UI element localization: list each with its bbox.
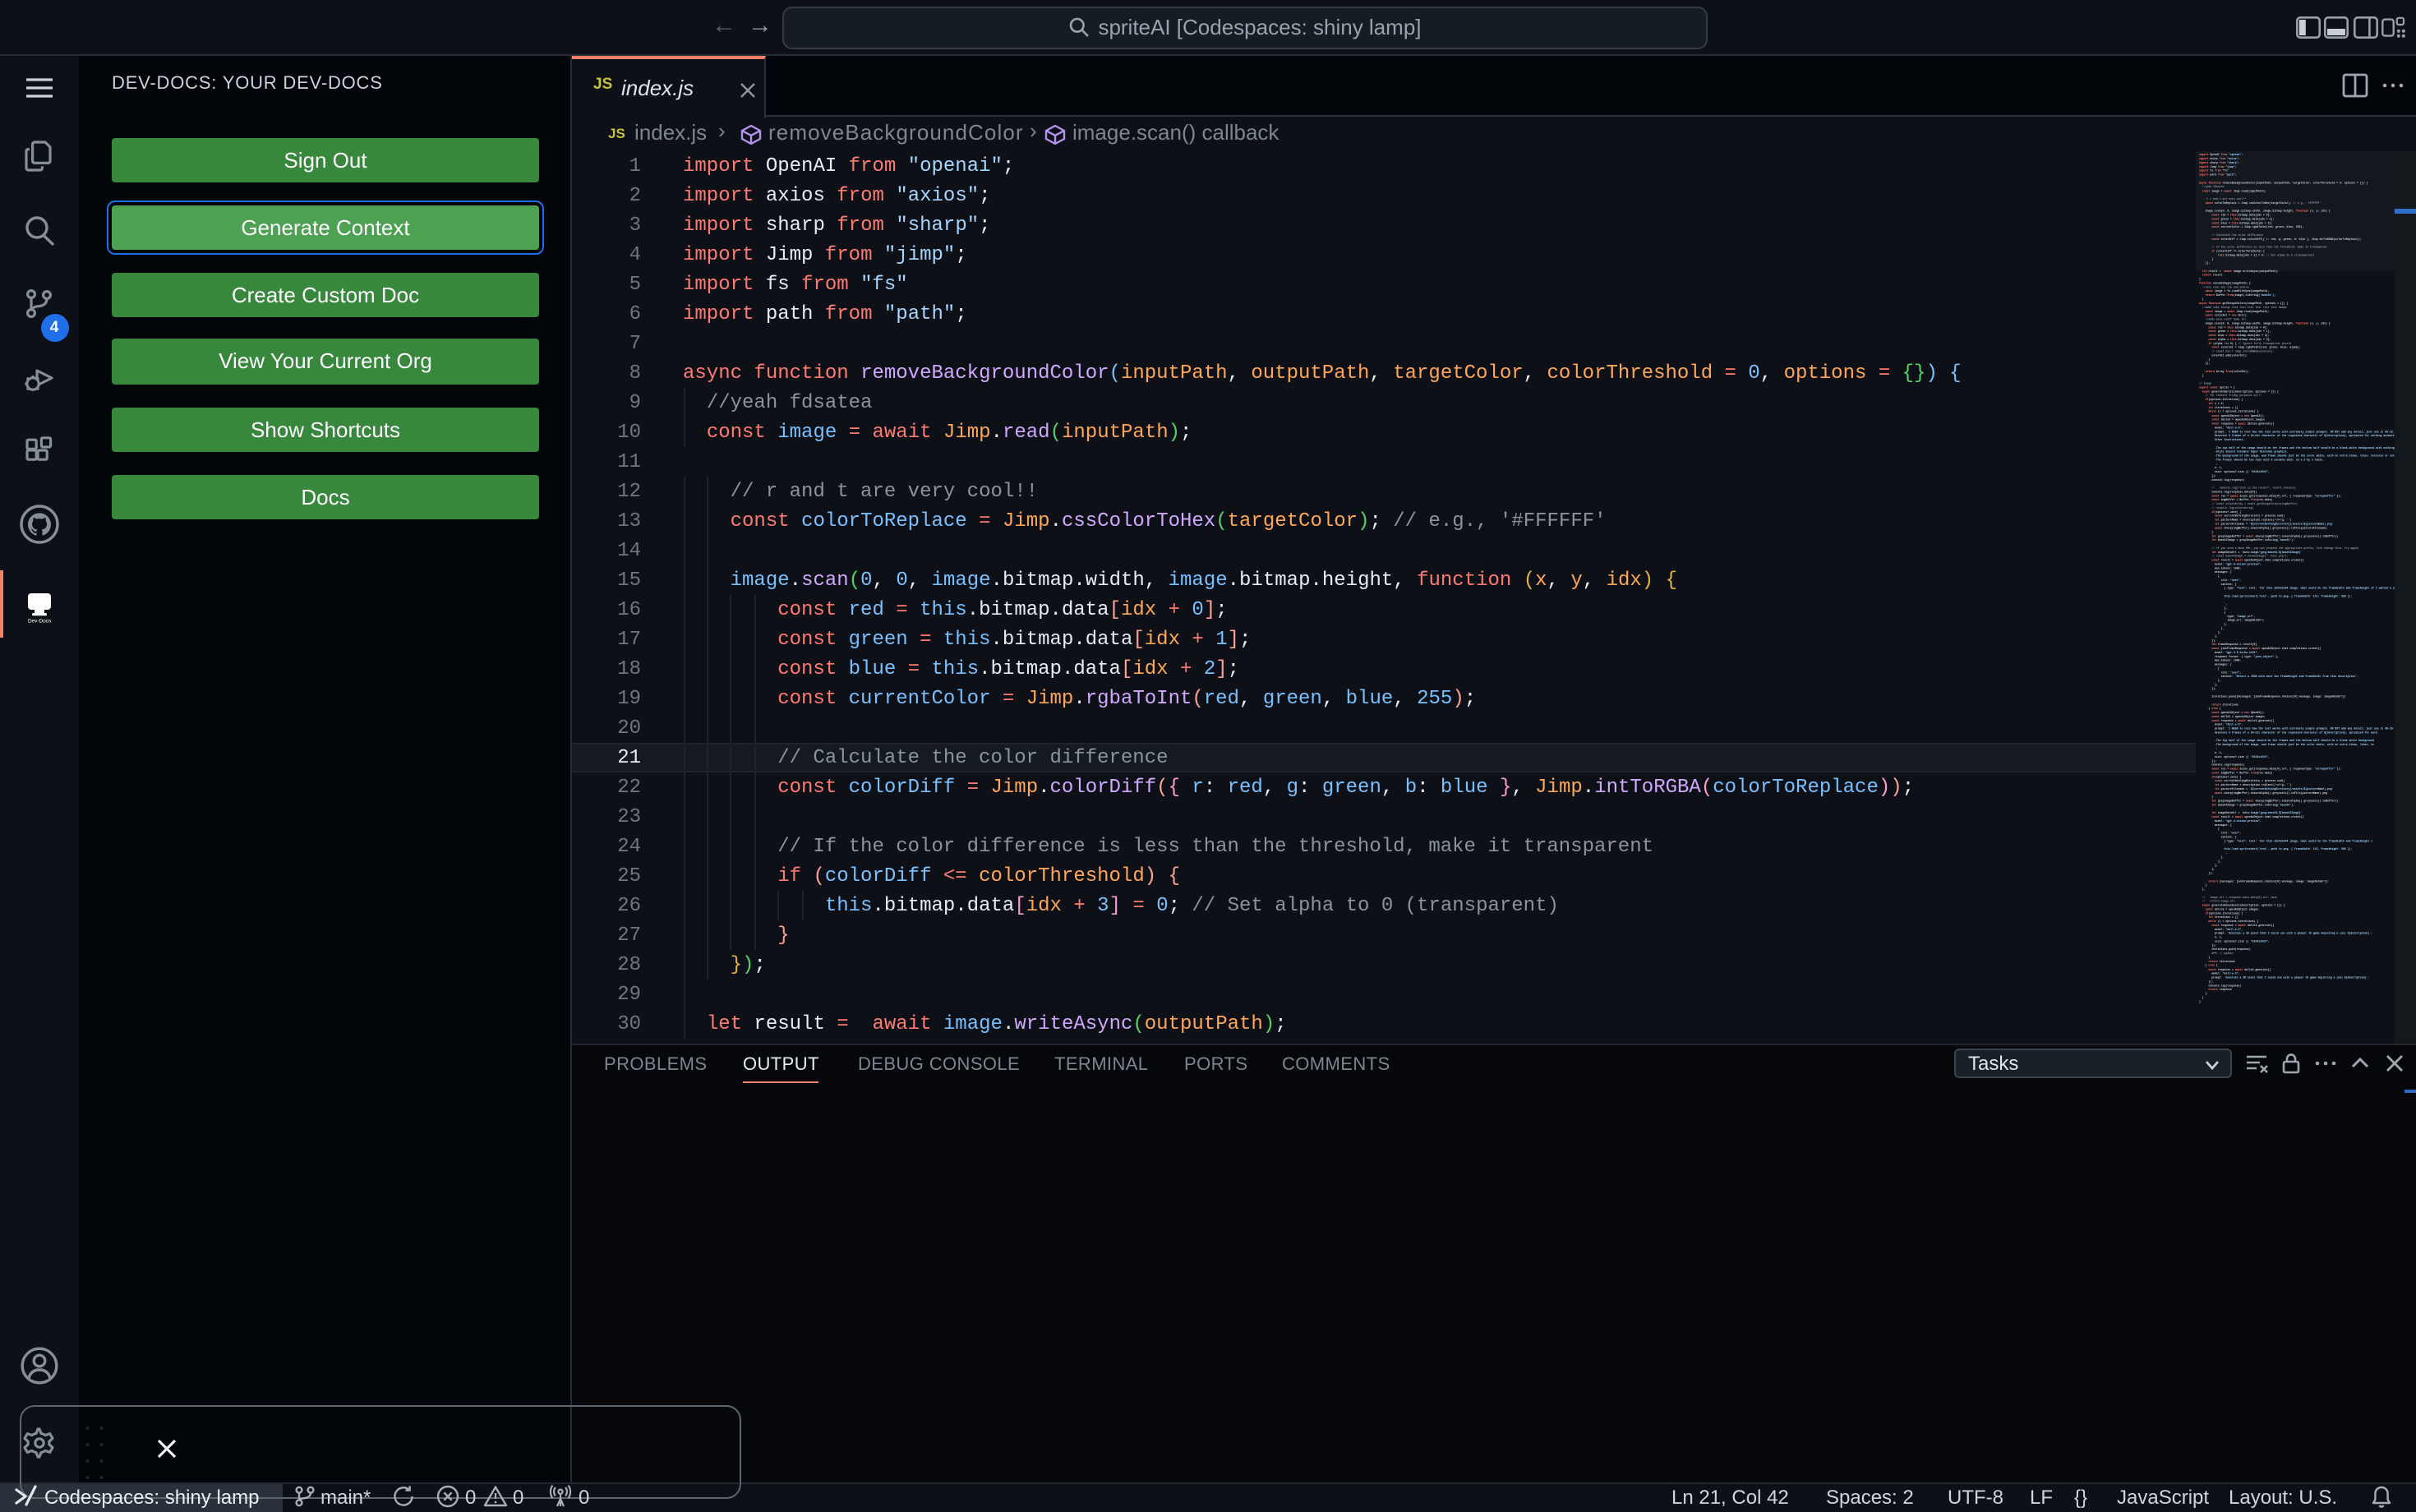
svg-text:Dev-Docs: Dev-Docs (28, 618, 51, 624)
